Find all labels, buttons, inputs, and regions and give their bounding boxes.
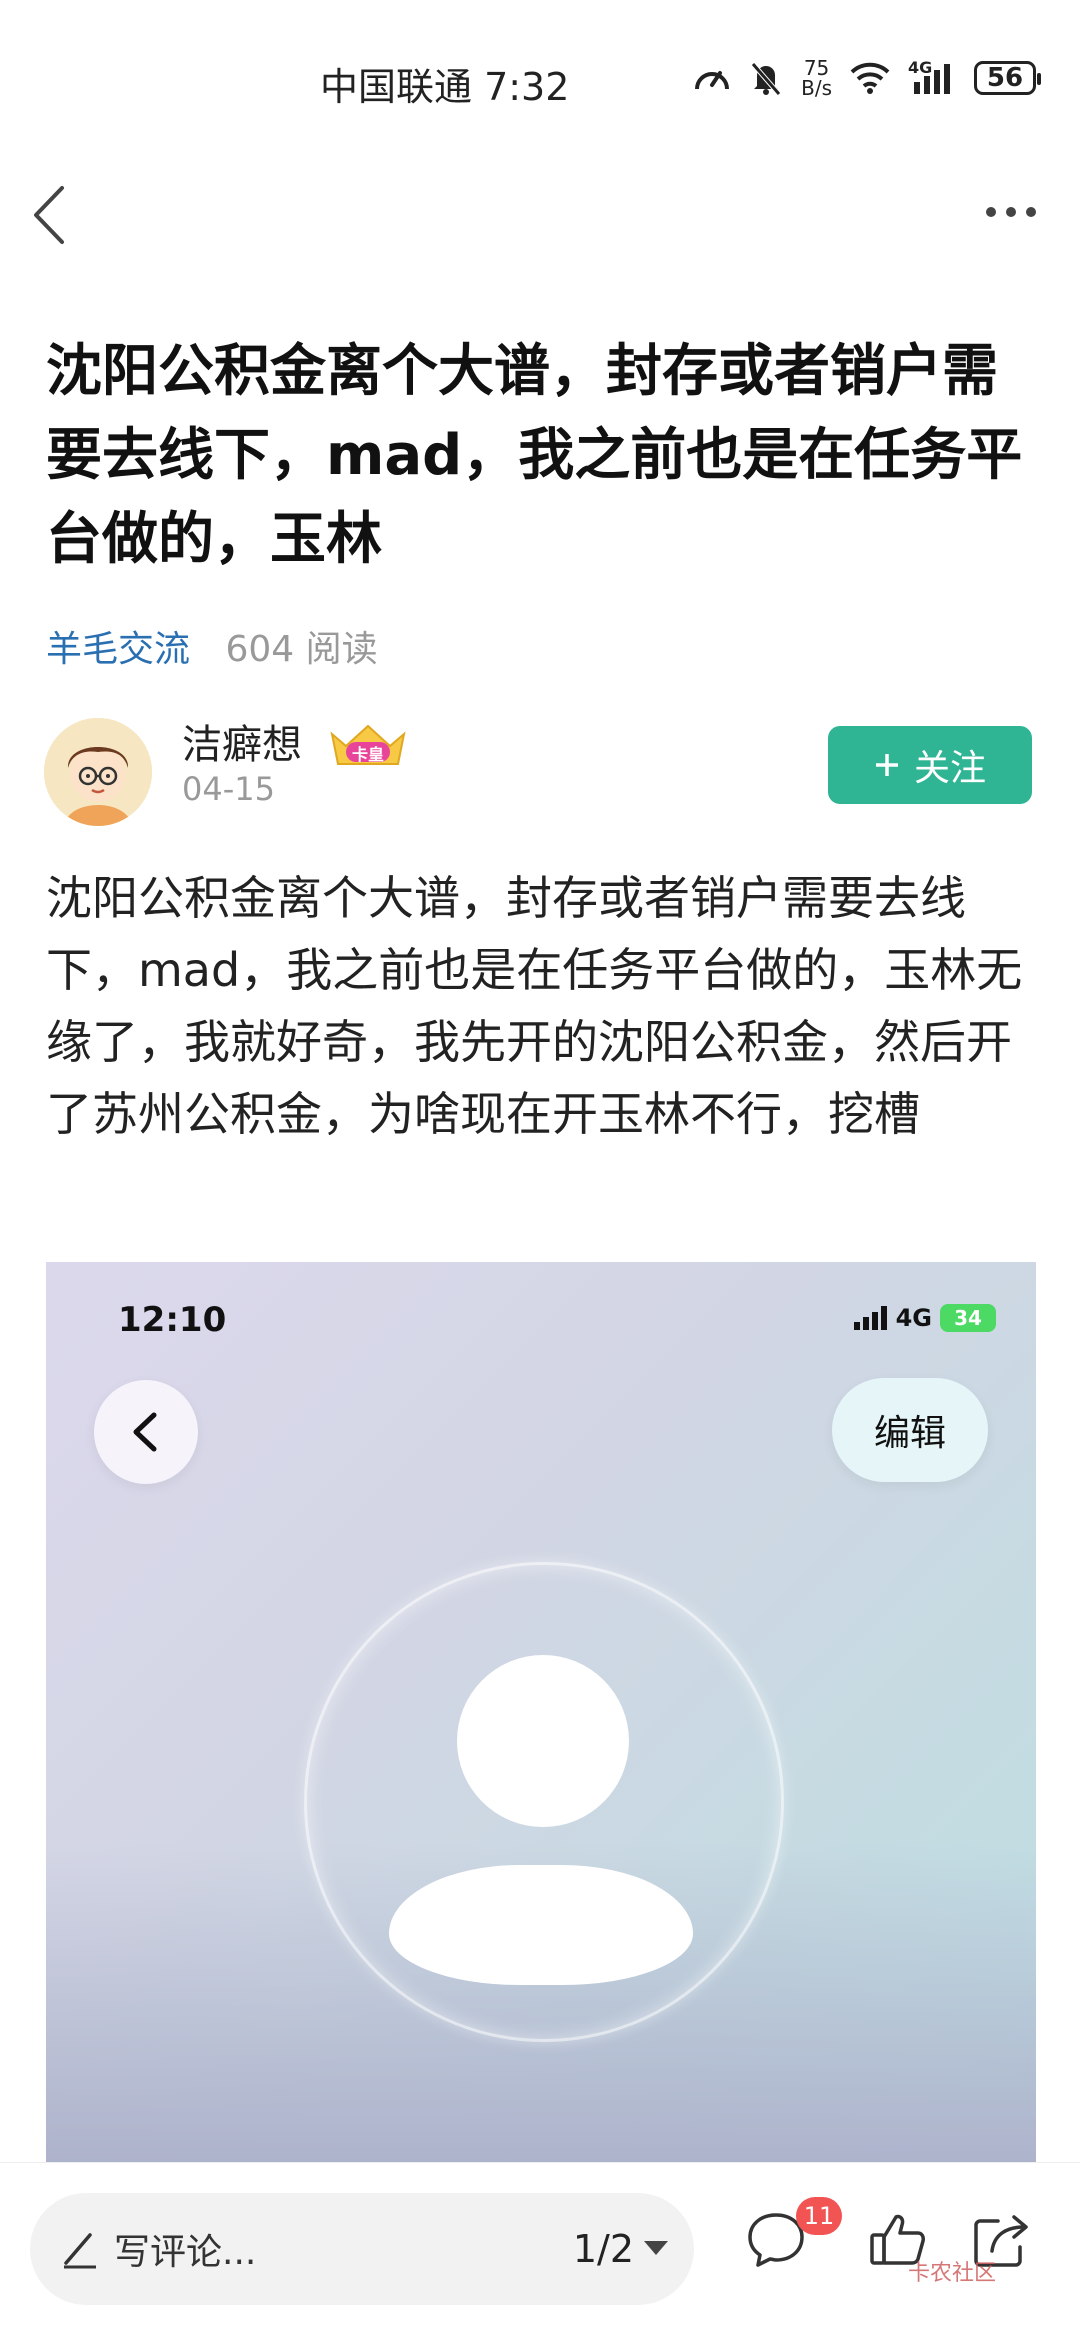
site-watermark: 卡农社区 <box>908 2261 997 2286</box>
embedded-edit-button: 编辑 <box>832 1378 988 1482</box>
crown-badge: 卡皇 <box>328 722 408 770</box>
embedded-time: 12:10 <box>118 1300 227 1340</box>
person-head-icon <box>457 1655 629 1827</box>
author-avatar[interactable] <box>44 718 152 826</box>
wifi-icon <box>850 62 890 94</box>
follow-label: 关注 <box>913 748 986 789</box>
more-dot-icon <box>1026 207 1036 217</box>
post-body: 沈阳公积金离个大谱，封存或者销户需要去线下，mad，我之前也是在任务平台做的，玉… <box>46 871 1023 1141</box>
author-name[interactable]: 洁癖想 <box>182 712 302 770</box>
bottom-bar: 写评论... 1/2 11 卡农社区 <box>0 2162 1080 2341</box>
battery-indicator: 56 <box>974 61 1041 95</box>
comment-input[interactable]: 写评论... 1/2 <box>30 2193 694 2305</box>
chevron-left-icon <box>34 186 64 244</box>
badge-label: 卡皇 <box>351 745 384 764</box>
mute-bell-icon <box>751 62 781 96</box>
signal-bars-icon <box>914 64 950 94</box>
post-title: 沈阳公积金离个大谱，封存或者销户需要去线下，mad，我之前也是在任务平台做的，玉… <box>46 339 1023 572</box>
caret-down-icon[interactable] <box>644 2241 668 2255</box>
embedded-network: 4G <box>895 1304 932 1332</box>
post-image[interactable]: 12:10 4G 34 编辑 <box>46 1262 1036 2162</box>
embedded-back-button <box>94 1380 198 1484</box>
plus-icon <box>875 754 898 776</box>
page-indicator[interactable]: 1/2 <box>573 2227 634 2271</box>
post-date: 04-15 <box>182 770 275 808</box>
person-body-icon <box>389 1865 693 1985</box>
embedded-battery: 34 <box>940 1304 996 1332</box>
embedded-status-icons: 4G 34 <box>853 1304 996 1332</box>
comment-count-badge: 11 <box>796 2197 842 2235</box>
signal-bars-icon <box>853 1306 887 1330</box>
default-avatar-placeholder <box>304 1562 784 2042</box>
net-speed-unit: B/s <box>801 76 832 100</box>
more-dot-icon <box>986 207 996 217</box>
speedometer-icon <box>695 71 730 90</box>
comment-placeholder: 写评论... <box>114 2232 257 2273</box>
status-icons: 75 B/s 4G 56 <box>693 58 1041 98</box>
net-speed-value: 75 <box>803 56 830 80</box>
post-meta: 羊毛交流 604 阅读 <box>46 620 378 672</box>
follow-button[interactable]: 关注 <box>828 726 1032 804</box>
signal-indicator: 4G <box>908 58 956 96</box>
net-speed: 75 B/s <box>801 58 832 98</box>
status-bar: 中国联通 7:32 75 B/s 4G 56 <box>0 0 1080 160</box>
chevron-left-icon <box>133 1412 157 1452</box>
pencil-icon <box>64 2233 96 2269</box>
category-link[interactable]: 羊毛交流 <box>46 629 190 670</box>
cartoon-avatar-icon <box>44 718 152 826</box>
more-dot-icon <box>1006 207 1016 217</box>
more-options-button[interactable] <box>986 200 1046 224</box>
back-button[interactable] <box>22 180 82 250</box>
carrier-time: 中国联通 7:32 <box>320 65 570 109</box>
read-count: 604 阅读 <box>225 629 378 670</box>
